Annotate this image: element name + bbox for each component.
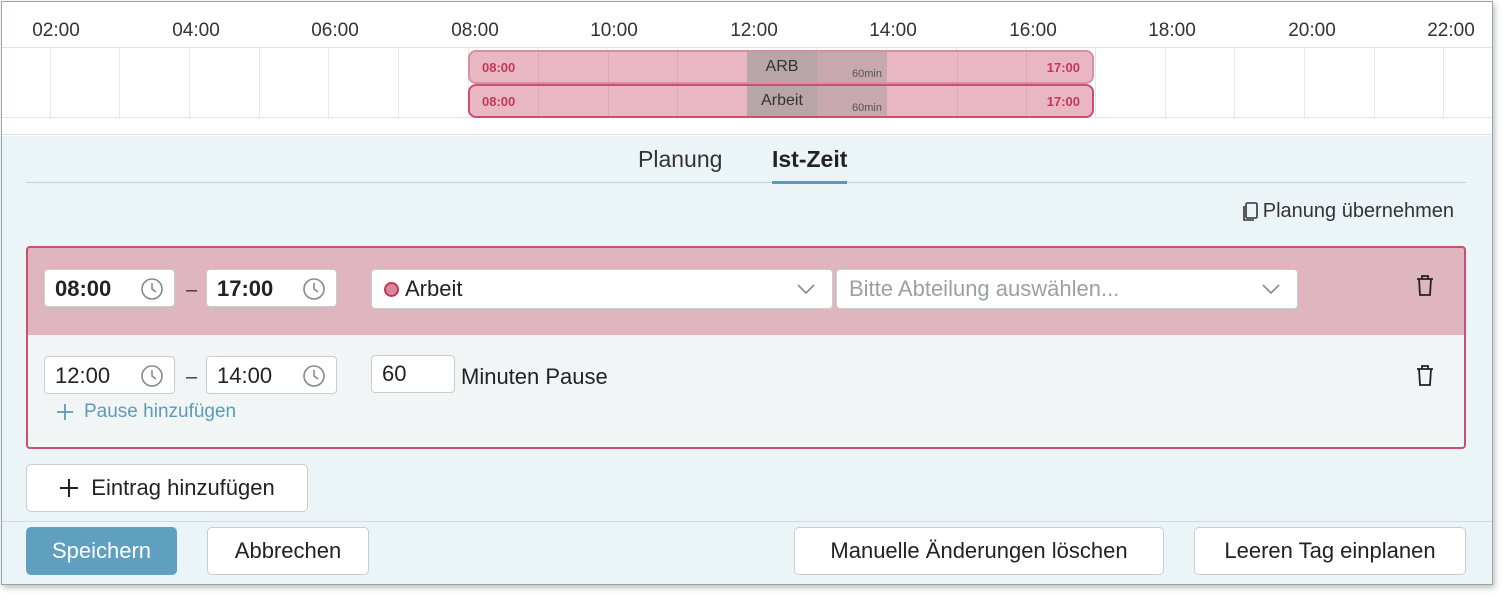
bar-pause-duration: 60min (852, 102, 882, 114)
actual-shift-bar[interactable]: 08:00 Arbeit 60min 17:00 (468, 84, 1094, 118)
department-placeholder: Bitte Abteilung auswählen... (849, 276, 1120, 301)
clock-icon[interactable] (140, 277, 164, 301)
bar-end-time: 17:00 (1046, 60, 1080, 75)
shift-editor-window: 02:00 04:00 06:00 08:00 10:00 12:00 14:0… (1, 1, 1493, 585)
shift-type-value: Arbeit (405, 276, 463, 301)
clock-icon[interactable] (302, 364, 326, 388)
plan-empty-day-button[interactable]: Leeren Tag einplanen (1194, 527, 1466, 575)
time-range-dash: – (186, 279, 198, 301)
add-entry-button[interactable]: Eintrag hinzufügen (26, 464, 308, 512)
shift-type-select[interactable]: Arbeit (371, 269, 833, 309)
chevron-down-icon (797, 284, 815, 295)
timeline: 02:00 04:00 06:00 08:00 10:00 12:00 14:0… (2, 2, 1492, 135)
copy-planning-link[interactable]: Planung übernehmen (1241, 200, 1454, 223)
bar-pause-duration: 60min (852, 68, 882, 80)
add-pause-link[interactable]: Pause hinzufügen (56, 401, 236, 423)
hour-label: 02:00 (32, 20, 80, 41)
tab-planung[interactable]: Planung (638, 146, 722, 181)
add-entry-label: Eintrag hinzufügen (91, 475, 275, 500)
clear-manual-changes-button[interactable]: Manuelle Änderungen löschen (794, 527, 1164, 575)
hour-label: 08:00 (451, 20, 499, 41)
start-time-value: 08:00 (55, 276, 112, 301)
end-time-field[interactable]: 17:00 (206, 269, 337, 307)
clock-icon[interactable] (140, 364, 164, 388)
pause-start-field[interactable]: 12:00 (44, 356, 175, 394)
time-range-dash: – (186, 366, 198, 388)
bar-start-time: 08:00 (482, 94, 516, 109)
pause-section: 12:00 – 14:00 60 Minuten Pause Pause hin… (28, 335, 1464, 447)
tab-ist-zeit[interactable]: Ist-Zeit (772, 146, 848, 184)
bar-end-time: 17:00 (1046, 94, 1080, 109)
planned-shift-bar[interactable]: 08:00 ARB 60min 17:00 (468, 50, 1094, 84)
trash-icon[interactable] (1414, 274, 1436, 298)
pause-minutes-input[interactable]: 60 (371, 355, 455, 393)
hour-label: 12:00 (730, 20, 778, 41)
start-time-field[interactable]: 08:00 (44, 269, 175, 307)
copy-planning-label: Planung übernehmen (1262, 200, 1454, 222)
pause-minutes-label: Minuten Pause (461, 364, 608, 389)
shift-type-color-dot (384, 282, 399, 297)
timeline-grid: 08:00 ARB 60min 17:00 08:00 Arbeit 60min… (2, 47, 1492, 119)
add-pause-label: Pause hinzufügen (84, 401, 237, 422)
hour-label: 06:00 (311, 20, 359, 41)
hour-label: 20:00 (1288, 20, 1336, 41)
pause-start-value: 12:00 (55, 363, 111, 388)
tab-bar: Planung Ist-Zeit (26, 136, 1466, 184)
cancel-button[interactable]: Abbrechen (207, 527, 369, 575)
hour-label: 16:00 (1009, 20, 1057, 41)
hour-label: 18:00 (1148, 20, 1196, 41)
hour-label: 22:00 (1427, 20, 1475, 41)
plus-icon (60, 479, 79, 497)
pause-end-value: 14:00 (217, 363, 273, 388)
hour-label: 14:00 (869, 20, 917, 41)
clock-icon[interactable] (302, 277, 326, 301)
chevron-down-icon (1262, 284, 1280, 295)
time-entry-card: 08:00 – 17:00 Arbeit Bitte Abteilung aus… (26, 246, 1466, 449)
plus-icon (57, 404, 73, 420)
pause-end-field[interactable]: 14:00 (206, 356, 337, 394)
copy-icon (1242, 201, 1258, 221)
end-time-value: 17:00 (217, 276, 274, 301)
bar-label: Arbeit (761, 92, 803, 109)
footer-divider (2, 521, 1492, 522)
time-entry-panel: Planung Ist-Zeit Planung übernehmen 08:0… (2, 136, 1492, 584)
bar-start-time: 08:00 (482, 60, 516, 75)
bar-label: ARB (765, 58, 799, 75)
hour-label: 10:00 (590, 20, 638, 41)
hour-label: 04:00 (172, 20, 220, 41)
department-select[interactable]: Bitte Abteilung auswählen... (836, 269, 1298, 309)
save-button[interactable]: Speichern (26, 527, 177, 575)
trash-icon[interactable] (1414, 364, 1436, 388)
